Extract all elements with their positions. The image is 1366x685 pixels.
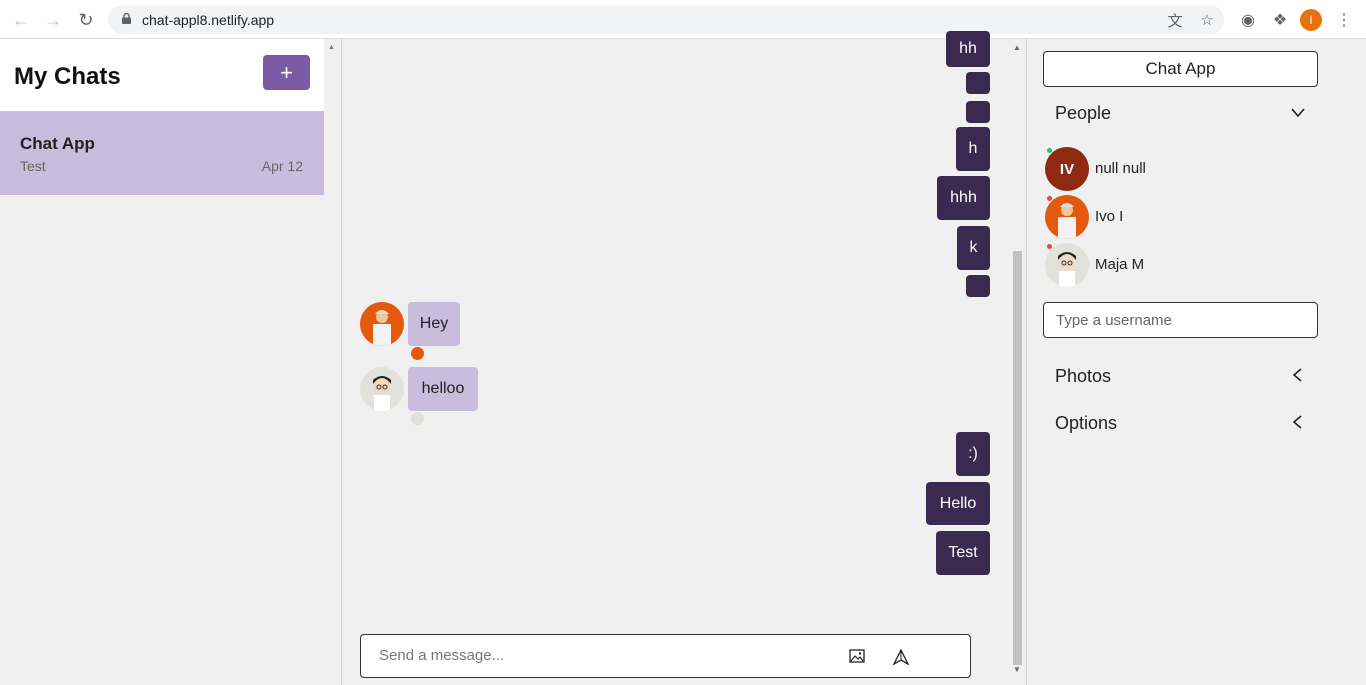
- username-input-box: [1043, 302, 1318, 338]
- people-section-header[interactable]: People: [1055, 103, 1111, 124]
- chat-card-date: Apr 12: [261, 158, 303, 174]
- url-text: chat-appl8.netlify.app: [142, 12, 275, 28]
- photos-section-header[interactable]: Photos: [1055, 366, 1111, 387]
- message-theirs: helloo: [408, 367, 478, 411]
- menu-icon[interactable]: ⋮: [1332, 8, 1356, 32]
- read-receipt-avatar: [411, 347, 424, 360]
- person-name: null null: [1095, 160, 1146, 177]
- address-bar[interactable]: chat-appl8.netlify.app 文 ☆: [108, 5, 1224, 34]
- scroll-up-icon[interactable]: ▲: [1013, 43, 1021, 52]
- avatar: [1045, 195, 1089, 239]
- message-mine: Hello: [926, 482, 990, 525]
- chat-card-last-message: Test: [20, 158, 46, 174]
- options-section-header[interactable]: Options: [1055, 413, 1117, 434]
- username-input[interactable]: [1056, 312, 1306, 329]
- message-mine: hhh: [937, 176, 990, 220]
- chevron-left-icon[interactable]: [1289, 413, 1307, 431]
- message-mine: Test: [936, 531, 990, 575]
- person-row[interactable]: Ivo I: [1045, 195, 1305, 239]
- offline-status-dot: [1047, 196, 1052, 201]
- back-icon[interactable]: ←: [10, 9, 32, 31]
- chat-card-title: Chat App: [20, 134, 95, 153]
- scroll-down-icon[interactable]: ▼: [1013, 665, 1021, 674]
- feed-scrollbar-thumb[interactable]: [1013, 251, 1022, 665]
- message-mine: [966, 72, 990, 94]
- person-name: Maja M: [1095, 256, 1145, 273]
- message-mine: k: [957, 226, 990, 270]
- offline-status-dot: [1047, 244, 1052, 249]
- chat-details-panel: Chat App People IV null null Ivo I Maja …: [1026, 39, 1366, 685]
- chevron-left-icon[interactable]: [1289, 366, 1307, 384]
- message-mine: :): [956, 432, 990, 476]
- avatar: IV: [1045, 147, 1089, 191]
- person-icon: [1058, 203, 1076, 239]
- forward-icon[interactable]: →: [42, 9, 64, 31]
- chat-title[interactable]: Chat App: [1043, 51, 1318, 87]
- sender-avatar-maja: [360, 367, 404, 411]
- extension-icon[interactable]: ◉: [1236, 8, 1260, 32]
- image-upload-icon[interactable]: [849, 649, 865, 663]
- message-mine: [966, 275, 990, 297]
- person-row[interactable]: Maja M: [1045, 243, 1305, 287]
- person-icon: [1058, 252, 1076, 287]
- chat-feed: hh h hhh k Hey helloo :) Hello Test ▲ ▼: [342, 31, 1026, 685]
- lock-icon: [122, 13, 131, 24]
- reload-icon[interactable]: ↻: [75, 9, 97, 31]
- puzzle-icon[interactable]: ❖: [1268, 8, 1292, 32]
- send-icon[interactable]: [893, 649, 909, 665]
- person-icon: [373, 310, 391, 346]
- browser-toolbar: ← → ↻ chat-appl8.netlify.app 文 ☆ ◉ ❖ I ⋮: [0, 0, 1366, 39]
- message-input-box: [360, 634, 971, 678]
- message-mine: hh: [946, 31, 990, 67]
- translate-icon[interactable]: 文: [1166, 11, 1184, 30]
- profile-avatar[interactable]: I: [1300, 9, 1322, 31]
- chat-card[interactable]: Chat App Test Apr 12: [0, 111, 324, 195]
- scroll-up-icon[interactable]: ▲: [328, 44, 335, 51]
- avatar: [1045, 243, 1089, 287]
- message-mine: h: [956, 127, 990, 171]
- message-mine: [966, 101, 990, 123]
- message-theirs: Hey: [408, 302, 460, 346]
- page-title: My Chats: [14, 63, 121, 90]
- bookmark-star-icon[interactable]: ☆: [1198, 11, 1216, 29]
- person-name: Ivo I: [1095, 208, 1124, 225]
- person-icon: [373, 376, 391, 411]
- online-status-dot: [1047, 148, 1052, 153]
- person-row[interactable]: IV null null: [1045, 147, 1305, 191]
- message-input[interactable]: [379, 647, 819, 664]
- chevron-down-icon[interactable]: [1289, 103, 1307, 121]
- chat-list-panel: My Chats + ▲ Chat App Test Apr 12: [0, 39, 342, 685]
- sender-avatar-ivo: [360, 302, 404, 346]
- new-chat-button[interactable]: +: [263, 55, 310, 90]
- chat-list-header: My Chats +: [0, 39, 324, 111]
- read-receipt-avatar: [411, 412, 424, 425]
